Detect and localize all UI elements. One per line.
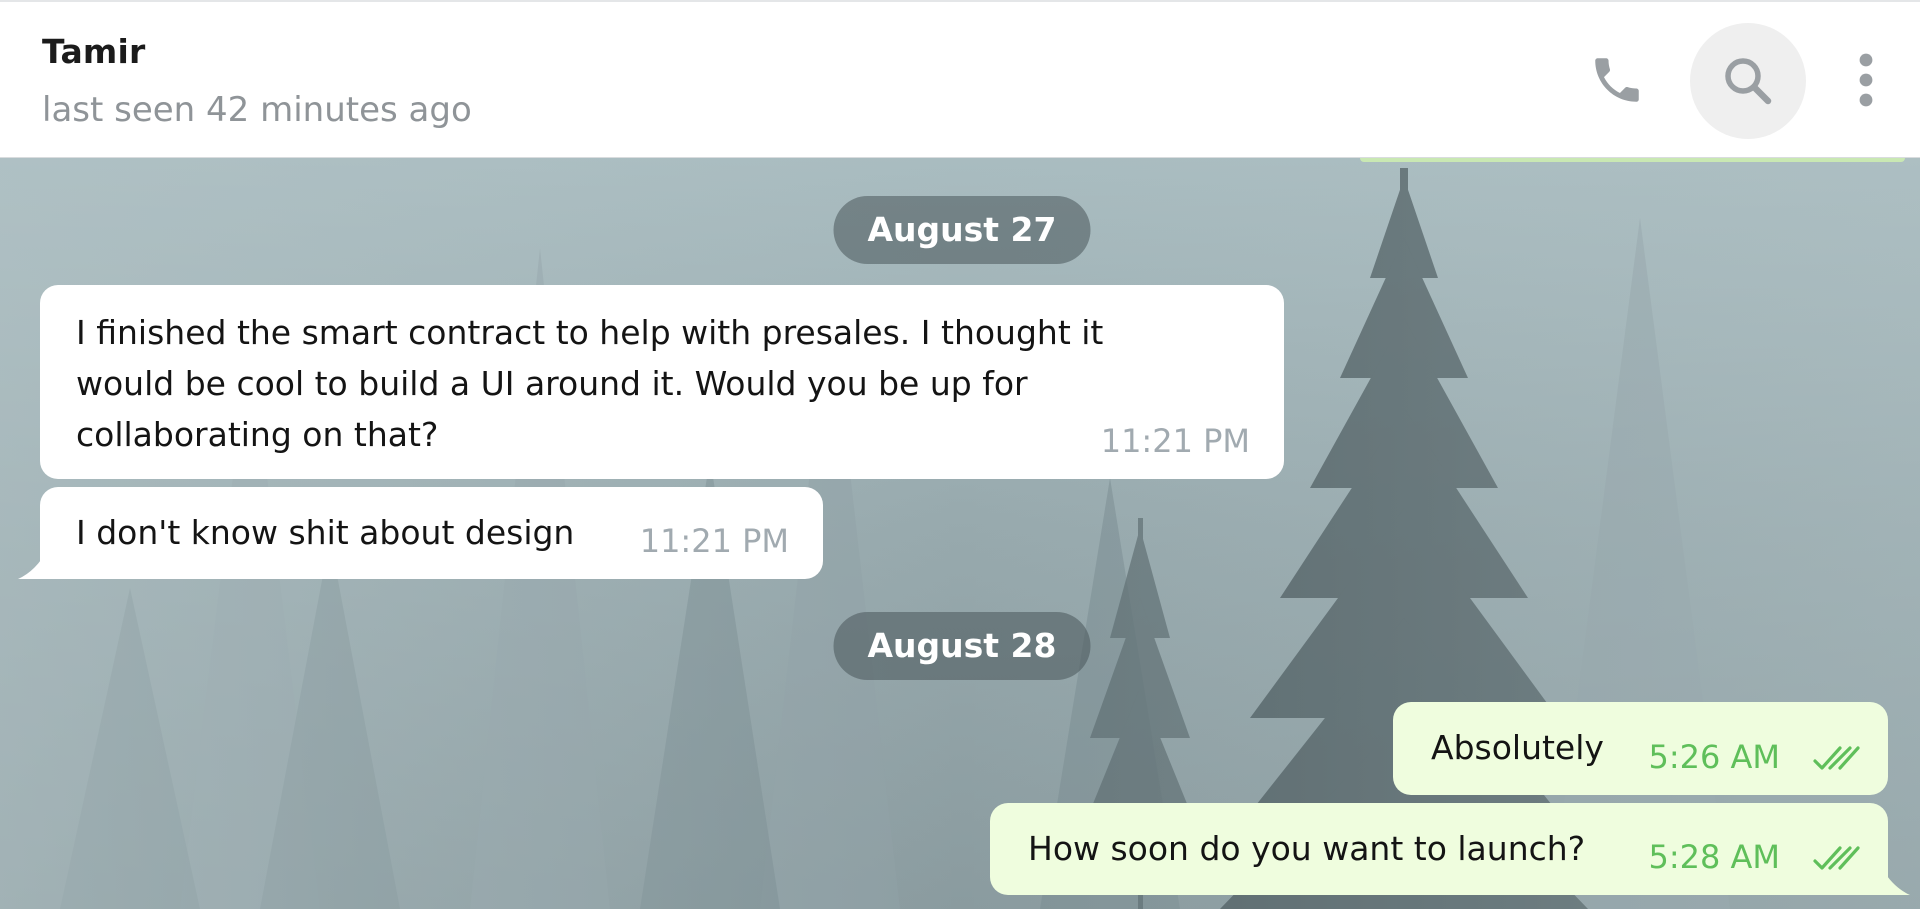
- bubble-tail: [1880, 865, 1910, 895]
- message-text: I don't know shit about design: [76, 513, 575, 552]
- chat-window: Tamir last seen 42 minutes ago August 27…: [0, 0, 1920, 909]
- search-button[interactable]: [1690, 23, 1806, 139]
- message-time: 11:21 PM: [639, 522, 789, 560]
- chat-header: Tamir last seen 42 minutes ago: [0, 0, 1920, 158]
- date-separator: August 28: [833, 612, 1091, 680]
- date-separator: August 27: [833, 196, 1091, 264]
- message-time: 5:28 AM: [1648, 838, 1780, 876]
- message-list[interactable]: August 27 I finished the smart contract …: [0, 158, 1920, 909]
- previous-message-edge: [1360, 158, 1905, 162]
- phone-icon: [1595, 58, 1639, 102]
- contact-status: last seen 42 minutes ago: [42, 90, 472, 130]
- double-check-icon: [1813, 846, 1860, 870]
- incoming-message[interactable]: I don't know shit about design 11:21 PM: [18, 487, 823, 579]
- message-text: I finished the smart contract to help wi…: [76, 313, 1104, 454]
- message-text: Absolutely: [1431, 728, 1604, 767]
- double-check-icon: [1813, 746, 1860, 770]
- more-menu-button[interactable]: [1844, 48, 1888, 112]
- search-icon: [1725, 58, 1772, 105]
- message-time: 5:26 AM: [1648, 738, 1780, 776]
- call-button[interactable]: [1585, 48, 1649, 112]
- outgoing-message[interactable]: How soon do you want to launch? 5:28 AM: [990, 803, 1910, 895]
- message-time: 11:21 PM: [1100, 422, 1250, 460]
- message-text: How soon do you want to launch?: [1028, 829, 1586, 868]
- bubble-tail: [18, 549, 48, 579]
- contact-name[interactable]: Tamir: [42, 32, 146, 71]
- incoming-message[interactable]: I finished the smart contract to help wi…: [40, 285, 1284, 479]
- outgoing-message[interactable]: Absolutely 5:26 AM: [1393, 702, 1888, 795]
- more-vertical-icon: [1859, 53, 1873, 107]
